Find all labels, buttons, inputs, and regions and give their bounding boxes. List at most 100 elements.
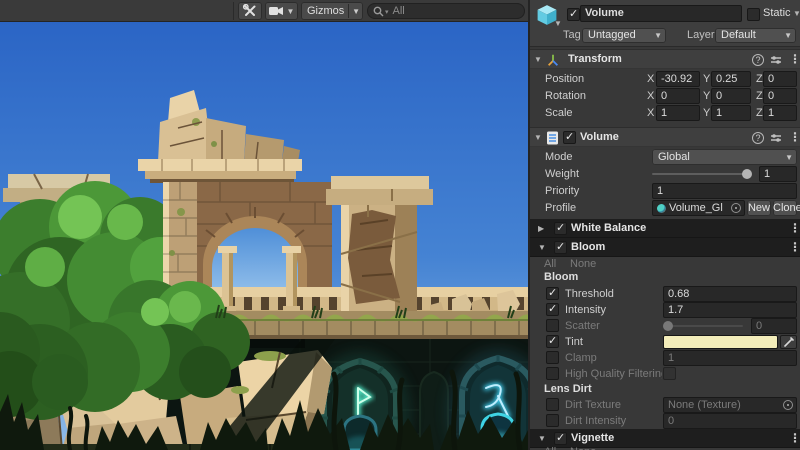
tag-dropdown[interactable]: Untagged▼: [582, 28, 666, 43]
scene-tools-button[interactable]: [238, 2, 262, 20]
dirt-texture-override-checkbox[interactable]: [546, 398, 559, 411]
rotation-z-field[interactable]: 0: [763, 88, 797, 104]
weight-slider-track[interactable]: [652, 173, 748, 175]
weight-field[interactable]: 1: [759, 166, 797, 182]
volume-title: Volume: [580, 128, 619, 147]
more-menu-icon[interactable]: ⋮: [789, 238, 800, 257]
axis-z-label: Z: [756, 71, 763, 87]
transform-icon: [546, 53, 560, 67]
none-button[interactable]: None: [570, 258, 596, 271]
rotation-x-field[interactable]: 0: [656, 88, 700, 104]
object-picker-icon[interactable]: [783, 400, 793, 410]
tools-icon: [243, 4, 257, 18]
help-icon[interactable]: ?: [752, 54, 764, 66]
profile-object-field[interactable]: Volume_Gl: [652, 200, 745, 216]
tint-color-swatch[interactable]: [663, 335, 778, 349]
profile-clone-button[interactable]: Clone: [773, 200, 797, 216]
toolbar-separator: [233, 2, 234, 20]
priority-field[interactable]: 1: [652, 183, 797, 199]
bloom-checkbox[interactable]: [554, 241, 567, 254]
more-menu-icon[interactable]: ⋮: [789, 429, 800, 448]
more-menu-icon[interactable]: ⋮: [789, 128, 800, 147]
mode-dropdown[interactable]: Global▼: [652, 149, 797, 165]
white-balance-header[interactable]: ▶ White Balance ⋮: [530, 219, 800, 238]
dirt-intensity-label: Dirt Intensity: [565, 413, 626, 429]
profile-label: Profile: [545, 200, 576, 216]
scale-x-field[interactable]: 1: [656, 105, 700, 121]
all-button[interactable]: All: [544, 258, 556, 271]
scatter-field[interactable]: 0: [751, 318, 797, 334]
axis-z-label: Z: [756, 105, 763, 121]
camera-icon: [269, 5, 284, 17]
presets-icon[interactable]: [770, 132, 782, 144]
caret-down-icon: ▼: [785, 150, 793, 165]
hqf-label: High Quality Filtering: [565, 366, 662, 382]
presets-icon[interactable]: [770, 54, 782, 66]
rotation-y-field[interactable]: 0: [711, 88, 751, 104]
layer-dropdown[interactable]: Default▼: [715, 28, 796, 43]
active-checkbox[interactable]: [567, 8, 580, 21]
foldout-icon[interactable]: ▼: [538, 238, 546, 257]
foldout-icon[interactable]: ▼: [534, 50, 542, 69]
scatter-slider-track[interactable]: [663, 325, 743, 327]
dirt-intensity-field[interactable]: 0: [663, 413, 797, 429]
scale-z-field[interactable]: 1: [763, 105, 797, 121]
object-picker-icon[interactable]: [731, 203, 741, 213]
eyedropper-button[interactable]: [780, 335, 797, 349]
tint-override-checkbox[interactable]: [546, 335, 559, 348]
white-balance-checkbox[interactable]: [554, 222, 567, 235]
static-checkbox[interactable]: [747, 8, 760, 21]
dirt-intensity-override-checkbox[interactable]: [546, 414, 559, 427]
hqf-value-checkbox[interactable]: [663, 367, 676, 380]
scene-camera-button[interactable]: ▼: [265, 2, 298, 20]
weight-slider-knob[interactable]: [742, 169, 752, 179]
scene-viewport[interactable]: [0, 22, 530, 450]
scale-y-field[interactable]: 1: [711, 105, 751, 121]
foldout-icon[interactable]: ▶: [538, 219, 544, 238]
intensity-label: Intensity: [565, 302, 606, 318]
profile-new-button[interactable]: New: [747, 200, 771, 216]
position-y-field[interactable]: 0.25: [711, 71, 751, 87]
volume-component-header[interactable]: ▼ Volume ? ⋮: [530, 127, 800, 147]
scene-search-input[interactable]: ▾ All: [367, 3, 525, 19]
rotation-label: Rotation: [545, 88, 586, 104]
position-z-field[interactable]: 0: [763, 71, 797, 87]
transform-title: Transform: [568, 50, 622, 69]
foldout-icon[interactable]: ▼: [534, 128, 542, 147]
position-label: Position: [545, 71, 584, 87]
icon-caret-icon[interactable]: ▼: [554, 14, 562, 33]
clamp-label: Clamp: [565, 350, 597, 366]
intensity-override-checkbox[interactable]: [546, 303, 559, 316]
dirt-texture-field[interactable]: None (Texture): [663, 397, 797, 413]
gizmos-button[interactable]: Gizmos ▼: [301, 2, 363, 20]
name-field[interactable]: Volume: [580, 5, 742, 22]
clamp-field[interactable]: 1: [663, 350, 797, 366]
more-menu-icon[interactable]: ⋮: [789, 50, 800, 69]
none-button[interactable]: None: [570, 446, 596, 450]
vignette-checkbox[interactable]: [554, 432, 567, 445]
transform-header[interactable]: ▼ Transform ? ⋮: [530, 49, 800, 69]
scatter-override-checkbox[interactable]: [546, 319, 559, 332]
scene-toolbar: ▼ Gizmos ▼ ▾ All: [0, 0, 530, 22]
dirt-texture-label: Dirt Texture: [565, 397, 621, 413]
threshold-override-checkbox[interactable]: [546, 287, 559, 300]
gizmos-label: Gizmos: [307, 5, 344, 17]
threshold-field[interactable]: 0.68: [663, 286, 797, 302]
axis-y-label: Y: [703, 105, 710, 121]
hqf-override-checkbox[interactable]: [546, 367, 559, 380]
caret-down-icon: ▼: [654, 29, 662, 43]
position-x-field[interactable]: -30.92: [656, 71, 700, 87]
scatter-slider-knob[interactable]: [663, 321, 673, 331]
search-placeholder: All: [393, 5, 405, 17]
help-icon[interactable]: ?: [752, 132, 764, 144]
component-enabled-checkbox[interactable]: [563, 131, 576, 144]
static-caret-icon[interactable]: ▼: [793, 5, 800, 22]
more-menu-icon[interactable]: ⋮: [789, 219, 800, 238]
scale-label: Scale: [545, 105, 573, 121]
clamp-override-checkbox[interactable]: [546, 351, 559, 364]
axis-x-label: X: [647, 88, 654, 104]
scene-render: [0, 22, 530, 450]
intensity-field[interactable]: 1.7: [663, 302, 797, 318]
bloom-header[interactable]: ▼ Bloom ⋮: [530, 238, 800, 257]
all-button[interactable]: All: [544, 446, 556, 450]
